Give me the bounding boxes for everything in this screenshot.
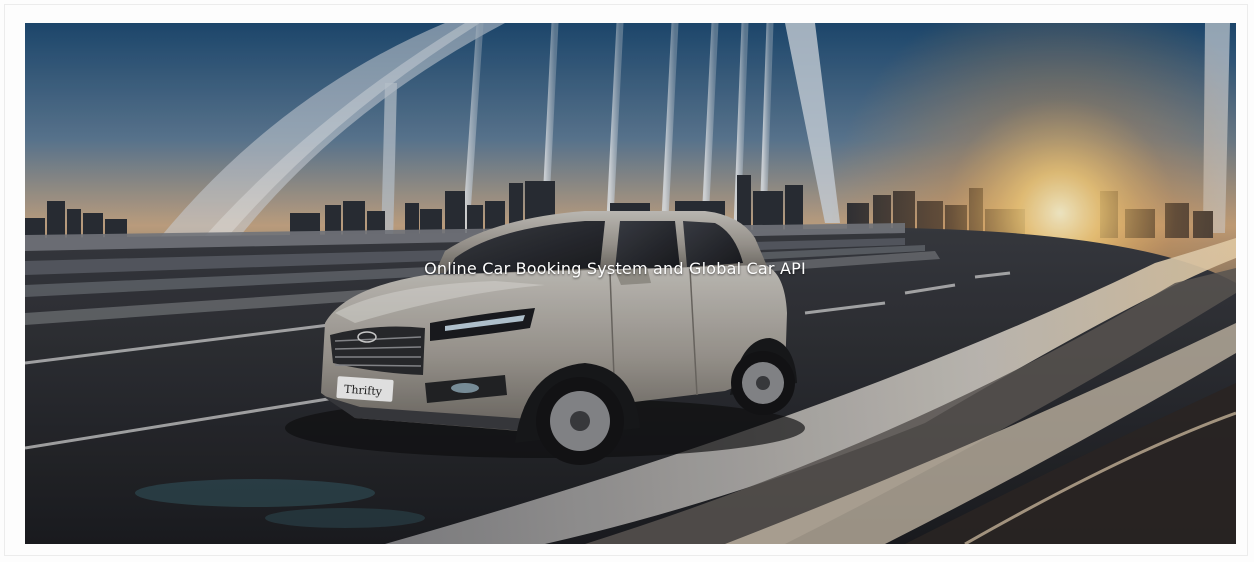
page-frame: Thrifty Online Car Booking System and Gl…: [0, 0, 1254, 562]
hero-image: Thrifty: [25, 23, 1236, 544]
hero-banner: Thrifty Online Car Booking System and Gl…: [25, 23, 1236, 544]
banner-headline: Online Car Booking System and Global Car…: [424, 259, 806, 278]
